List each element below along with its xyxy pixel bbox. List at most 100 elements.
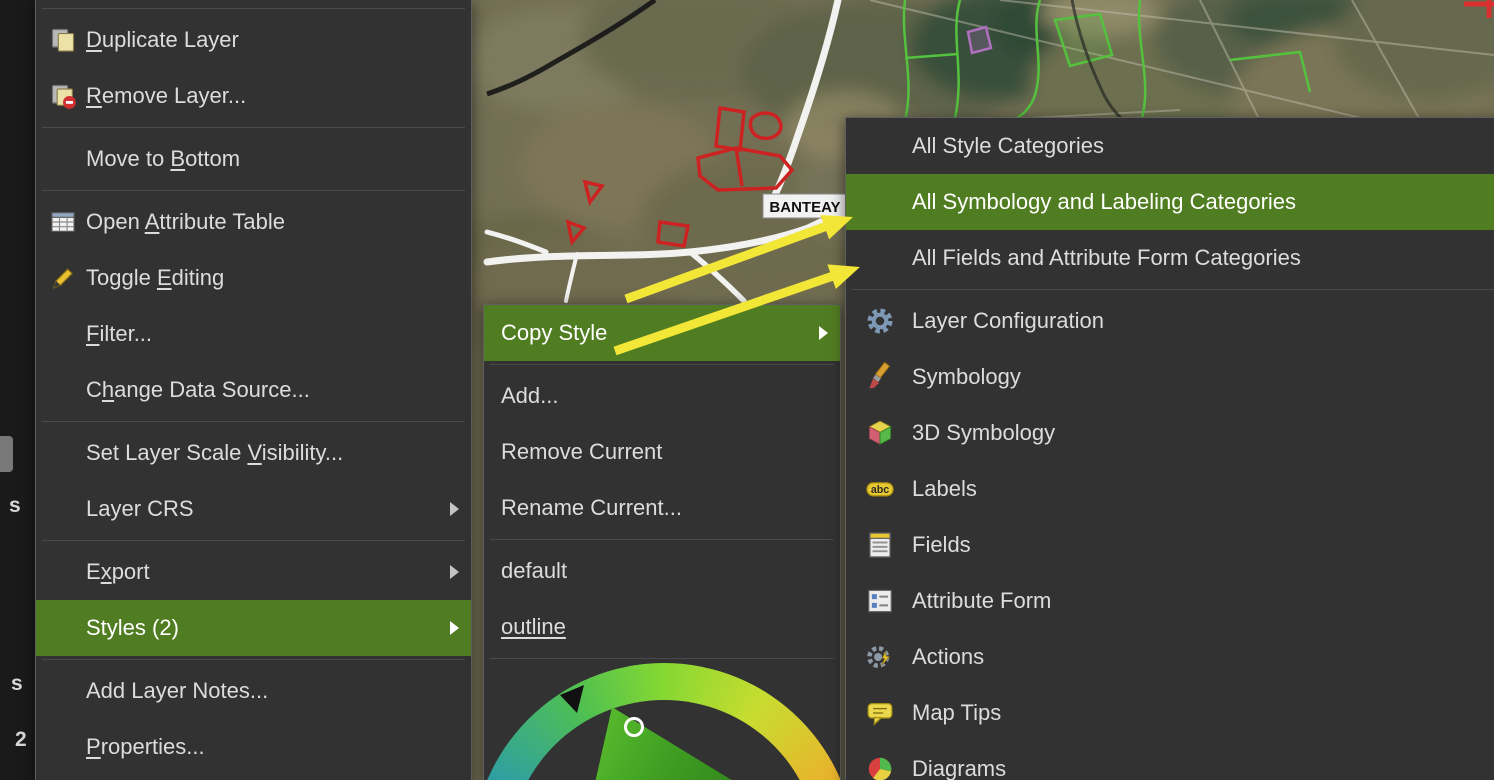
submenu-arrow-icon bbox=[450, 502, 459, 516]
menu-item-label: Symbology bbox=[912, 364, 1494, 390]
menu-item-set-layer-scale-visibility[interactable]: Set Layer Scale Visibility... bbox=[36, 425, 471, 481]
menu-item-remove-layer[interactable]: Remove Layer... bbox=[36, 68, 471, 124]
menu-item-add-style[interactable]: Add... bbox=[484, 368, 840, 424]
menu-separator bbox=[42, 540, 465, 541]
menu-item-label: Layer CRS bbox=[86, 496, 442, 522]
menu-item-actions[interactable]: Actions bbox=[846, 629, 1494, 685]
menu-item-label: All Fields and Attribute Form Categories bbox=[912, 245, 1494, 271]
menu-item-label: All Symbology and Labeling Categories bbox=[912, 189, 1494, 215]
diagrams-icon bbox=[864, 753, 896, 780]
menu-item-duplicate-layer[interactable]: Duplicate Layer bbox=[36, 12, 471, 68]
menu-item-style-outline[interactable]: outline bbox=[484, 599, 840, 655]
map-purple-parcel bbox=[968, 27, 991, 53]
menu-item-label: All Style Categories bbox=[912, 133, 1494, 159]
menu-item-attribute-form[interactable]: Attribute Form bbox=[846, 573, 1494, 629]
menu-item-filter[interactable]: Filter... bbox=[36, 306, 471, 362]
menu-item-label: default bbox=[501, 558, 828, 584]
menu-item-all-symbology-and-labeling-categories[interactable]: All Symbology and Labeling Categories bbox=[846, 174, 1494, 230]
actions-icon bbox=[864, 641, 896, 673]
menu-item-label: 3D Symbology bbox=[912, 420, 1494, 446]
menu-item-styles[interactable]: Styles (2) bbox=[36, 600, 471, 656]
menu-item-label: Attribute Form bbox=[912, 588, 1494, 614]
svg-text:abc: abc bbox=[871, 484, 889, 496]
submenu-arrow-icon bbox=[819, 326, 828, 340]
menu-item-toggle-editing[interactable]: Toggle Editing bbox=[36, 250, 471, 306]
menu-separator bbox=[42, 190, 465, 191]
menu-item-export[interactable]: Export bbox=[36, 544, 471, 600]
submenu-arrow-icon bbox=[450, 621, 459, 635]
fields-icon bbox=[864, 529, 896, 561]
menu-item-layer-crs[interactable]: Layer CRS bbox=[36, 481, 471, 537]
menu-item-all-fields-and-attribute-form-categories[interactable]: All Fields and Attribute Form Categories bbox=[846, 230, 1494, 286]
submenu-arrow-icon bbox=[450, 565, 459, 579]
menu-item-move-to-bottom[interactable]: Move to Bottom bbox=[36, 131, 471, 187]
menu-item-label: Set Layer Scale Visibility... bbox=[86, 440, 459, 466]
menu-item-add-layer-notes[interactable]: Add Layer Notes... bbox=[36, 663, 471, 719]
icon-spacer bbox=[864, 242, 896, 274]
map-tips-icon bbox=[864, 697, 896, 729]
menu-item-label: Change Data Source... bbox=[86, 377, 459, 403]
menu-item-properties[interactable]: Properties... bbox=[36, 719, 471, 775]
labels-icon: abc bbox=[864, 473, 896, 505]
menu-item-all-style-categories[interactable]: All Style Categories bbox=[846, 118, 1494, 174]
panel-text-fragment: s bbox=[9, 494, 21, 518]
copy-style-submenu: All Style Categories All Symbology and L… bbox=[845, 117, 1494, 780]
menu-separator bbox=[490, 539, 834, 540]
menu-item-label: Add... bbox=[501, 383, 828, 409]
menu-item-diagrams[interactable]: Diagrams bbox=[846, 741, 1494, 780]
menu-spacer bbox=[36, 0, 471, 5]
attribute-table-icon bbox=[48, 207, 78, 237]
menu-item-label: Styles (2) bbox=[86, 615, 442, 641]
color-wheel-marker[interactable] bbox=[624, 717, 644, 737]
menu-item-symbology[interactable]: Symbology bbox=[846, 349, 1494, 405]
menu-item-label: Copy Style bbox=[501, 320, 811, 346]
menu-item-label: Remove Current bbox=[501, 439, 828, 465]
panel-text-fragment: s bbox=[11, 672, 23, 696]
svg-text:BANTEAY: BANTEAY bbox=[769, 199, 840, 216]
menu-item-label: Rename Current... bbox=[501, 495, 828, 521]
menu-item-label: Actions bbox=[912, 644, 1494, 670]
menu-item-copy-style[interactable]: Copy Style bbox=[484, 305, 840, 361]
icon-spacer bbox=[864, 186, 896, 218]
menu-separator bbox=[42, 659, 465, 660]
menu-separator bbox=[42, 127, 465, 128]
duplicate-layer-icon bbox=[48, 25, 78, 55]
menu-separator bbox=[490, 364, 834, 365]
icon-spacer bbox=[48, 494, 78, 524]
menu-item-change-data-source[interactable]: Change Data Source... bbox=[36, 362, 471, 418]
menu-item-label: Move to Bottom bbox=[86, 146, 459, 172]
menu-item-label: Map Tips bbox=[912, 700, 1494, 726]
icon-spacer bbox=[48, 613, 78, 643]
menu-item-label: Remove Layer... bbox=[86, 83, 459, 109]
menu-separator bbox=[42, 421, 465, 422]
menu-item-open-attribute-table[interactable]: Open Attribute Table bbox=[36, 194, 471, 250]
icon-spacer bbox=[48, 557, 78, 587]
menu-item-label: Diagrams bbox=[912, 756, 1494, 780]
menu-item-label: Fields bbox=[912, 532, 1494, 558]
menu-item-label: Filter... bbox=[86, 321, 459, 347]
menu-item-style-default[interactable]: default bbox=[484, 543, 840, 599]
menu-item-labels[interactable]: abc Labels bbox=[846, 461, 1494, 517]
qgis-window: BANTEAY s s 2 Duplicate Layer Remove Lay… bbox=[0, 0, 1494, 780]
menu-item-label: Toggle Editing bbox=[86, 265, 459, 291]
menu-item-rename-current-style[interactable]: Rename Current... bbox=[484, 480, 840, 536]
panel-fragment-icon bbox=[0, 436, 13, 472]
icon-spacer bbox=[48, 319, 78, 349]
icon-spacer bbox=[48, 676, 78, 706]
icon-spacer bbox=[48, 144, 78, 174]
menu-item-label: Layer Configuration bbox=[912, 308, 1494, 334]
menu-item-label: Open Attribute Table bbox=[86, 209, 459, 235]
menu-item-map-tips[interactable]: Map Tips bbox=[846, 685, 1494, 741]
icon-spacer bbox=[864, 130, 896, 162]
menu-item-fields[interactable]: Fields bbox=[846, 517, 1494, 573]
menu-item-layer-configuration[interactable]: Layer Configuration bbox=[846, 293, 1494, 349]
styles-submenu: Copy Style Add... Remove Current Rename … bbox=[483, 304, 841, 780]
icon-spacer bbox=[48, 375, 78, 405]
menu-item-label: Export bbox=[86, 559, 442, 585]
menu-item-remove-current-style[interactable]: Remove Current bbox=[484, 424, 840, 480]
menu-item-3d-symbology[interactable]: 3D Symbology bbox=[846, 405, 1494, 461]
menu-separator bbox=[490, 658, 834, 659]
edit-pencil-icon bbox=[48, 263, 78, 293]
icon-spacer bbox=[48, 732, 78, 762]
icon-spacer bbox=[48, 438, 78, 468]
